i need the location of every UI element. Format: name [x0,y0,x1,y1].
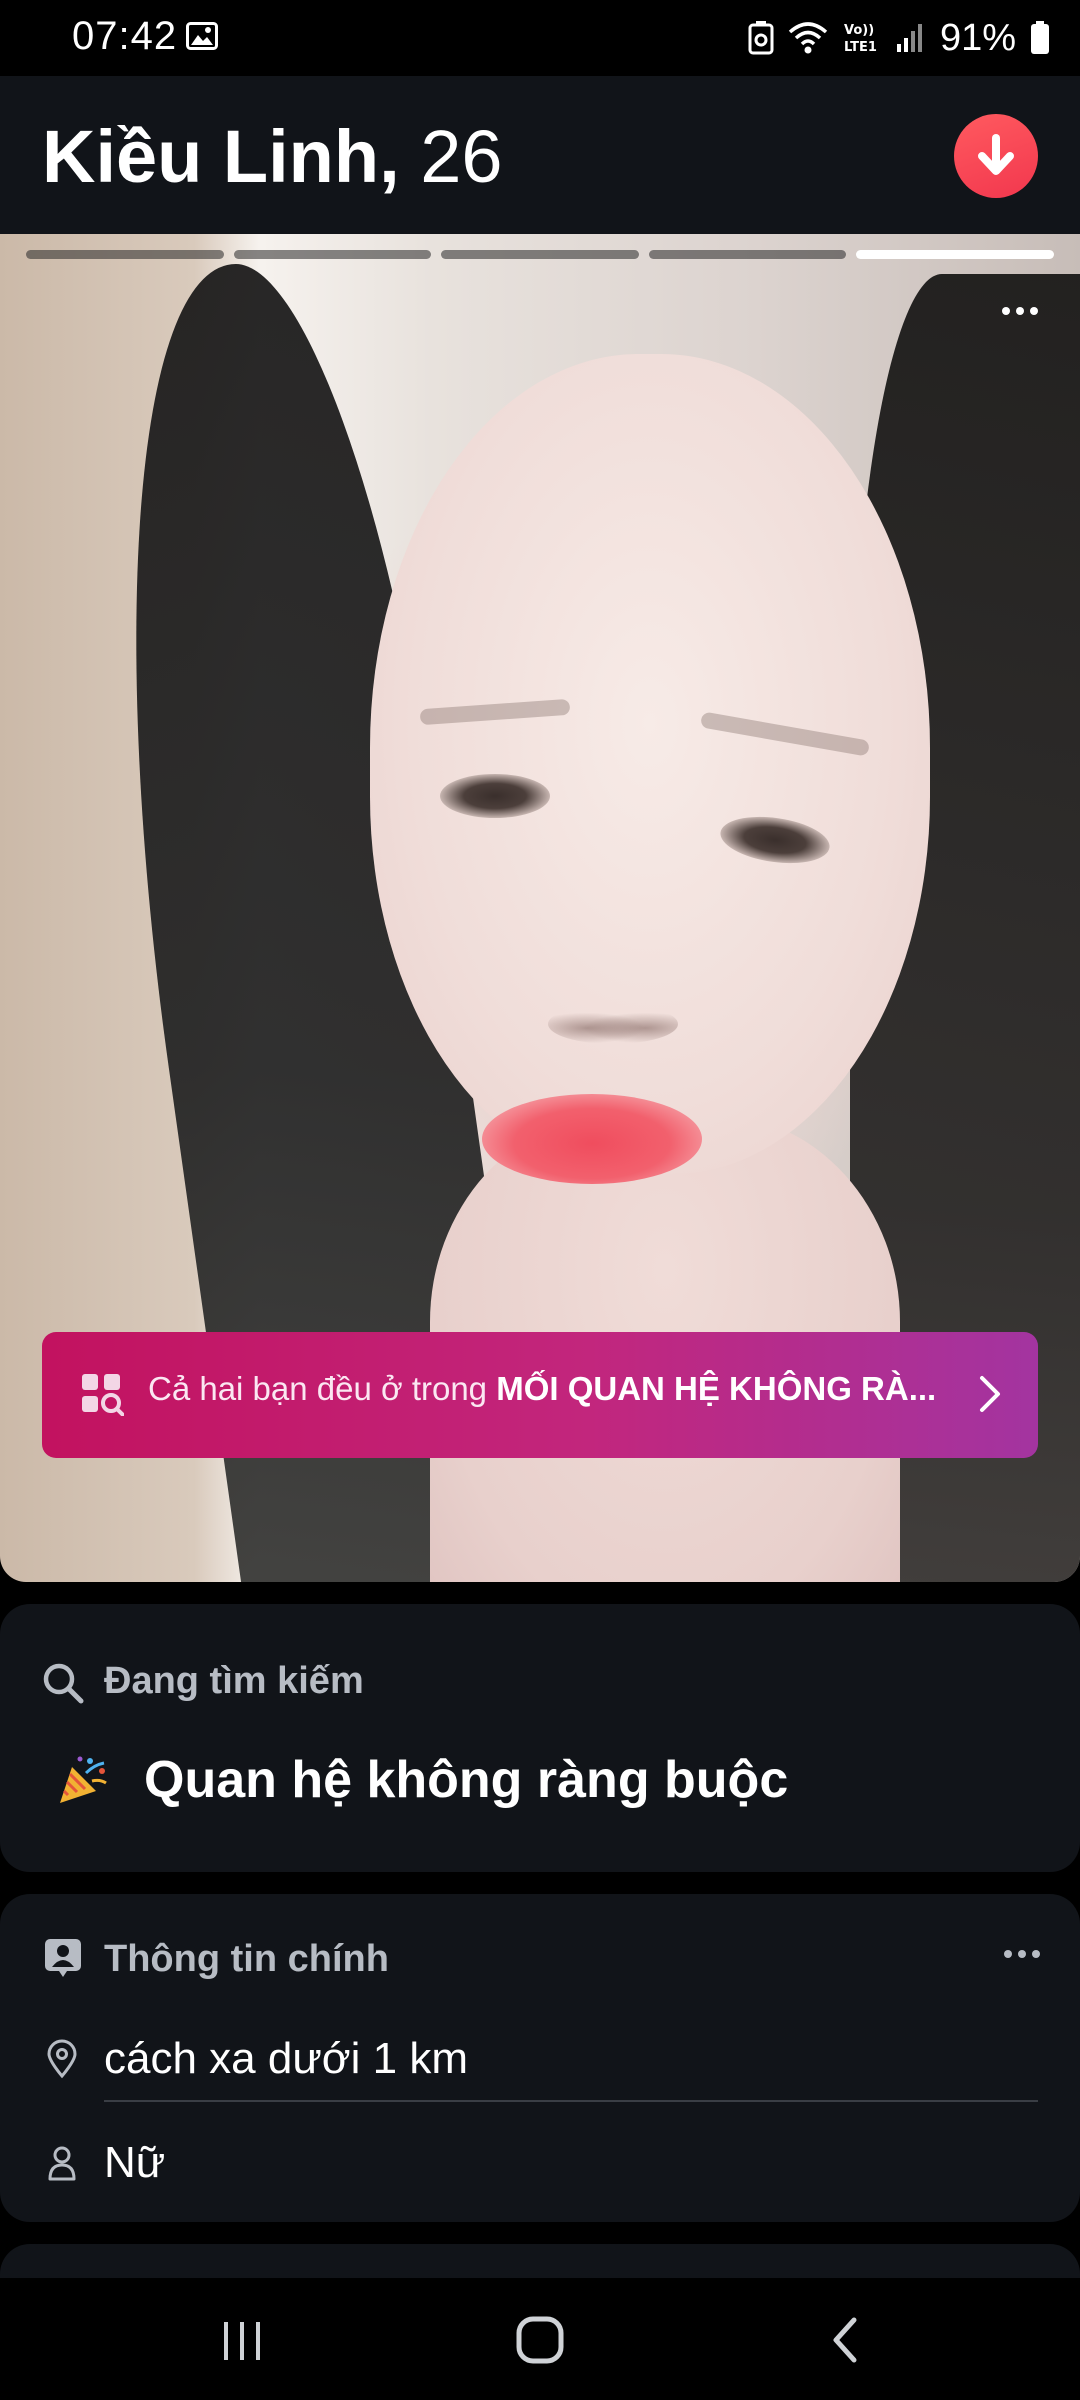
banner-text-highlight: MỐI QUAN HỆ KHÔNG RÀ... [496,1370,937,1407]
battery-icon [1031,21,1049,54]
profile-header: Kiều Linh, 26 [0,76,1080,234]
profile-name: Kiều Linh, [42,115,400,198]
search-icon [43,1663,84,1704]
basic-info-more-button[interactable] [992,1942,1052,1966]
more-dot [1032,1950,1040,1958]
back-button[interactable] [814,2308,878,2372]
looking-for-heading: Đang tìm kiếm [104,1660,364,1702]
banner-text: Cả hai bạn đều ở trong MỐI QUAN HỆ KHÔNG… [148,1370,936,1408]
signal-icon [896,24,922,52]
recents-button[interactable] [210,2308,274,2372]
profile-age: 26 [420,115,503,198]
photo-progress-segment[interactable] [233,250,432,259]
profile-name-age: Kiều Linh, 26 [42,114,503,199]
data-saver-icon [748,21,774,55]
home-button[interactable] [508,2308,572,2372]
back-icon [833,2317,857,2363]
party-popper-icon [60,1756,107,1803]
arrow-down-icon [978,134,1014,175]
person-badge-icon [45,1939,81,1977]
photo-progress-segment[interactable] [441,250,639,259]
photo-more-button[interactable] [990,296,1050,326]
photo-progress-segment[interactable] [26,250,224,259]
banner-text-prefix: Cả hai bạn đều ở trong [148,1370,488,1407]
gallery-icon [186,22,218,50]
looking-for-value: Quan hệ không ràng buộc [144,1751,789,1809]
chevron-right-icon [980,1376,1000,1412]
photo-progress-segment[interactable] [856,250,1054,259]
profile-photo[interactable]: Cả hai bạn đều ở trong MỐI QUAN HỆ KHÔNG… [0,234,1080,1582]
home-icon [516,2316,564,2364]
more-dot [1016,307,1024,315]
photo-lips [482,1094,702,1184]
battery-percent: 91% [939,16,1016,59]
status-bar: 07:42 Vo)) LTE1 91% [0,0,1080,76]
app-screen: 07:42 Vo)) LTE1 91% Kiều Linh, 26 Cả hai… [0,0,1080,2400]
more-dot [1030,307,1038,315]
photo-nose [548,1004,678,1044]
shared-relationship-banner[interactable]: Cả hai bạn đều ở trong MỐI QUAN HỆ KHÔNG… [42,1332,1038,1458]
volte-lte-icon: Vo)) LTE1 [844,23,877,55]
location-pin-icon [47,2039,77,2079]
collapse-profile-button[interactable] [954,114,1038,198]
basic-info-heading: Thông tin chính [104,1938,389,1980]
wifi-icon [788,22,828,54]
photo-eye-left [440,774,550,818]
status-icons: Vo)) LTE1 91% [748,14,1050,62]
system-nav-bar [0,2278,1080,2400]
distance-text: cách xa dưới 1 km [104,2034,468,2083]
photo-progress-segment[interactable] [648,250,847,259]
distance-row: cách xa dưới 1 km [42,2024,1038,2094]
more-dots-icon [1002,307,1010,315]
looking-for-section: Đang tìm kiếm Quan hệ không ràng buộc [0,1604,1080,1872]
more-dots-icon [1004,1950,1012,1958]
photo-progress-indicator [26,250,1054,260]
looking-for-value-row: Quan hệ không ràng buộc [56,1750,788,1810]
gender-text: Nữ [104,2138,166,2187]
search-grid-icon [82,1374,124,1416]
more-dot [1018,1950,1026,1958]
basic-info-section: Thông tin chính cách xa dưới 1 km Nữ [0,1894,1080,2222]
recents-icon [224,2322,260,2360]
person-icon [48,2146,76,2181]
status-time: 07:42 [72,14,178,58]
gender-row: Nữ [42,2128,1038,2198]
svg-text:LTE1: LTE1 [844,40,877,55]
info-divider [104,2100,1038,2102]
photo-face [370,354,930,1174]
svg-text:Vo)): Vo)) [844,23,874,38]
